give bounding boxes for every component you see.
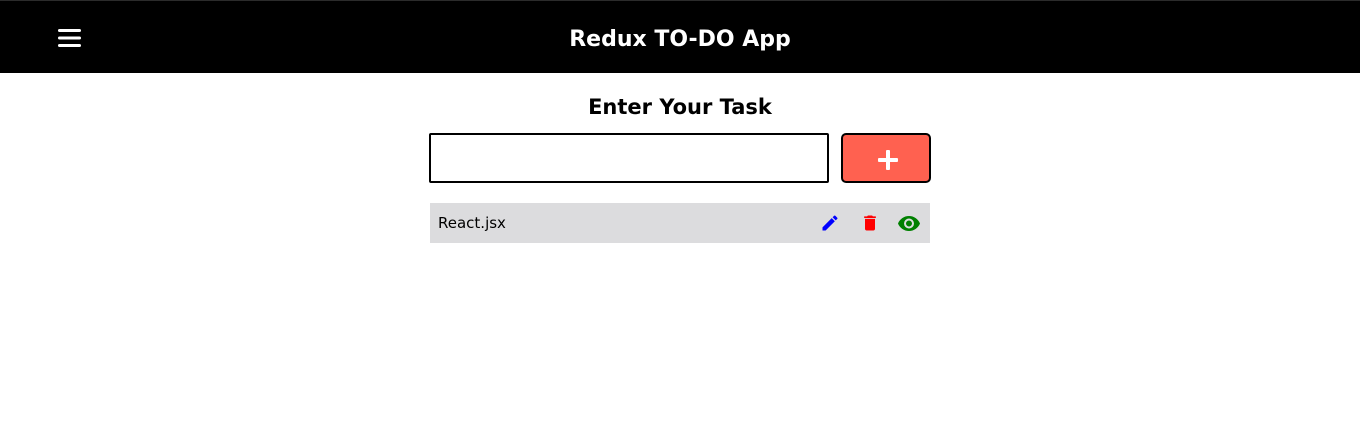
plus-icon <box>878 150 898 170</box>
app-title: Redux TO-DO App <box>569 27 791 52</box>
task-input[interactable] <box>429 133 829 183</box>
todo-app: Redux TO-DO App Enter Your Task React.js… <box>0 0 1360 423</box>
delete-trash-icon[interactable] <box>860 213 880 233</box>
view-eye-icon[interactable] <box>897 213 921 233</box>
navbar: Redux TO-DO App <box>0 0 1360 73</box>
add-task-button[interactable] <box>841 133 931 183</box>
task-title: React.jsx <box>438 214 506 232</box>
edit-pencil-icon[interactable] <box>820 213 840 233</box>
task-list-item: React.jsx <box>430 203 930 243</box>
task-heading: Enter Your Task <box>588 95 772 119</box>
